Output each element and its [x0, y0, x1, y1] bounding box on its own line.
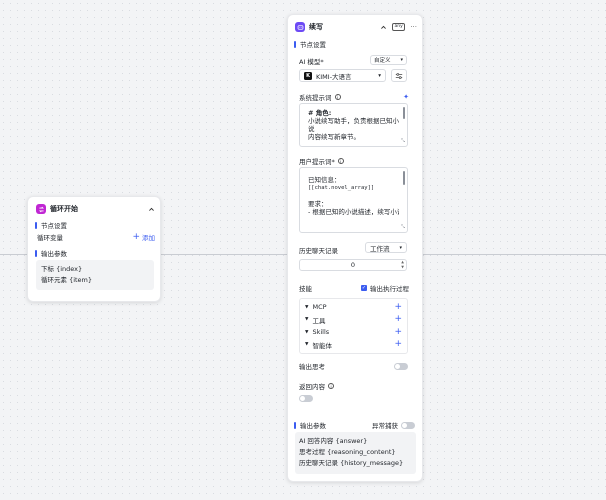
- caret-down-icon: ▼: [305, 342, 309, 348]
- add-loop-var-button[interactable]: + 添加: [132, 232, 155, 242]
- user-prompt-textarea[interactable]: 已知信息： [[chat.novel_array]] 要求： - 根据已知的小说…: [299, 167, 408, 233]
- edge-far-left: [0, 254, 27, 255]
- add-agent-icon[interactable]: +: [394, 340, 402, 349]
- skills-label: 技能: [299, 285, 312, 293]
- caret-down-icon: ▼: [305, 329, 309, 335]
- prompt-line: - 根据已知的小说描述，续写小说: [308, 208, 399, 216]
- resize-handle-icon[interactable]: ⤡: [401, 137, 405, 145]
- settings-section: 节点设置: [294, 39, 326, 49]
- loop-settings-section: 节点设置: [35, 220, 67, 230]
- loop-icon: [36, 204, 46, 214]
- loop-output-section: 输出参数: [35, 248, 67, 258]
- system-prompt-label: 系统提示词: [299, 94, 332, 102]
- add-skill-icon[interactable]: +: [394, 327, 402, 337]
- output-item: AI 回答内容 {answer}: [299, 437, 368, 445]
- any-badge[interactable]: any: [392, 23, 406, 31]
- chevron-down-icon: ▾: [378, 72, 381, 79]
- skills-list: ▼ MCP + ▼ 工具 + ▼ Skills + ▼ 智能体 +: [299, 298, 408, 354]
- more-icon[interactable]: ···: [410, 23, 417, 31]
- custom-select[interactable]: 自定义 ▾: [370, 55, 407, 65]
- history-count-input[interactable]: 0 ▲ ▼: [299, 259, 407, 271]
- info-icon[interactable]: i: [337, 158, 344, 164]
- user-prompt-label: 用户提示词*: [299, 158, 335, 166]
- output-thinking-toggle[interactable]: [394, 362, 408, 370]
- prompt-line: [308, 192, 399, 200]
- scrollbar[interactable]: [403, 107, 405, 119]
- stepper-arrows-icon[interactable]: ▲ ▼: [401, 260, 404, 270]
- history-label: 历史聊天记录: [299, 247, 338, 255]
- output-process-checkbox[interactable]: ✓ 输出执行过程: [361, 283, 409, 293]
- output-item: 思考过程 {reasoning_content}: [299, 448, 396, 456]
- prompt-line: 小说续写助手，负责根据已知小说: [308, 117, 399, 133]
- ai-model-label: AI 模型*: [299, 58, 324, 66]
- resize-handle-icon[interactable]: ⤡: [401, 223, 405, 231]
- loop-start-node[interactable]: 循环开始 节点设置 循环变量 + 添加 输出参数 下标 {index} 循环元素…: [27, 196, 161, 302]
- info-icon[interactable]: i: [328, 383, 334, 389]
- output-item: 历史聊天记录 {history_message}: [299, 459, 404, 467]
- plus-icon: +: [132, 231, 140, 242]
- output-item: 循环元素 {item}: [41, 276, 93, 284]
- prompt-line: 已知信息：: [308, 176, 341, 184]
- caret-down-icon: ▼: [305, 304, 309, 310]
- skill-item-skills[interactable]: ▼ Skills +: [305, 326, 402, 339]
- history-mode-select[interactable]: 工作流 ▾: [365, 242, 407, 253]
- skill-item-mcp[interactable]: ▼ MCP +: [305, 301, 402, 314]
- system-prompt-textarea[interactable]: # 角色: 小说续写助手，负责根据已知小说 内容续写新章节。 ⤡: [299, 103, 408, 147]
- return-content-toggle[interactable]: [299, 395, 313, 402]
- skill-item-tools[interactable]: ▼ 工具 +: [305, 314, 402, 327]
- prompt-line: # 角色:: [308, 109, 332, 117]
- write-node[interactable]: 续写 any ··· 节点设置 AI 模型* 自定义 ▾ K KIMI-大语言 …: [287, 14, 423, 482]
- add-tool-icon[interactable]: +: [394, 315, 402, 324]
- write-node-title: 续写: [309, 23, 323, 31]
- scrollbar[interactable]: [403, 171, 405, 185]
- output-thinking-label: 输出思考: [299, 363, 325, 371]
- caret-down-icon: ▼: [305, 317, 309, 323]
- edge-right: [423, 254, 606, 255]
- edge-left: [161, 254, 287, 255]
- add-mcp-icon[interactable]: +: [394, 302, 402, 312]
- chevron-down-icon: ▾: [400, 57, 403, 63]
- kimi-logo-icon: K: [304, 71, 312, 80]
- loop-var-label: 循环变量: [37, 234, 63, 242]
- model-select[interactable]: K KIMI-大语言 ▾: [299, 69, 386, 82]
- exception-label: 异常捕获: [372, 422, 398, 430]
- skill-item-agent[interactable]: ▼ 智能体 +: [305, 339, 402, 352]
- chevron-up-icon[interactable]: [147, 205, 156, 214]
- info-icon[interactable]: i: [334, 94, 341, 100]
- prompt-line: [[chat.novel_array]]: [308, 185, 375, 191]
- prompt-line: 内容续写新章节。: [308, 133, 360, 141]
- return-content-label: 返回内容: [299, 383, 325, 391]
- output-list: AI 回答内容 {answer} 思考过程 {reasoning_content…: [295, 432, 416, 474]
- sliders-icon: [395, 72, 403, 79]
- checkbox-checked-icon: ✓: [361, 285, 367, 291]
- output-item: 下标 {index}: [41, 265, 83, 273]
- loop-node-title: 循环开始: [50, 205, 78, 213]
- output-section: 输出参数: [294, 420, 326, 430]
- prompt-line: 要求：: [308, 200, 328, 208]
- write-icon: [295, 22, 305, 32]
- model-settings-button[interactable]: [391, 69, 407, 82]
- chevron-down-icon: ▾: [399, 244, 402, 251]
- sparkle-icon[interactable]: ✦: [403, 93, 409, 101]
- loop-output-list: 下标 {index} 循环元素 {item}: [36, 260, 154, 290]
- chevron-up-icon[interactable]: [379, 23, 388, 32]
- exception-toggle[interactable]: [401, 421, 415, 429]
